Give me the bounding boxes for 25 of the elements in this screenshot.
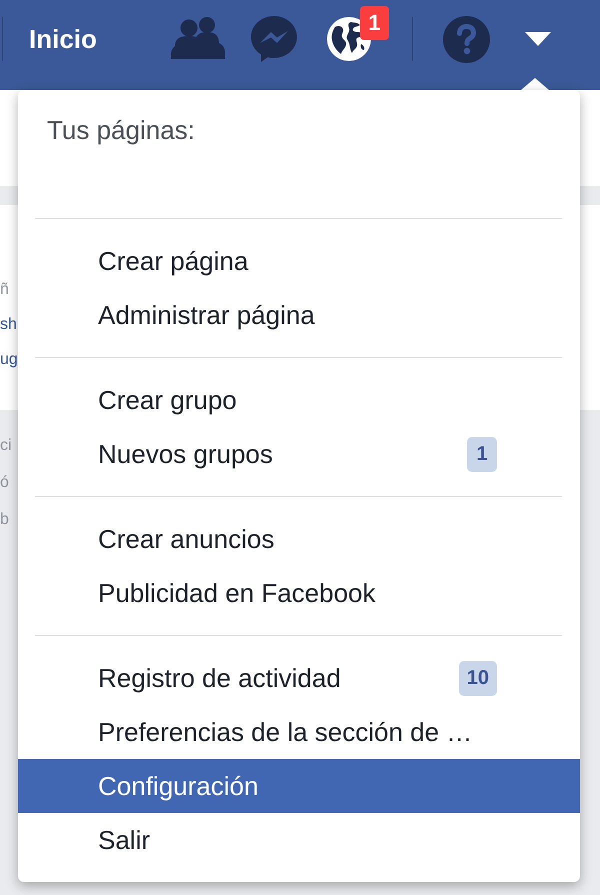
people-icon[interactable]: [170, 17, 225, 61]
menu-item[interactable]: Configuración: [18, 759, 580, 813]
menu-item[interactable]: Registro de actividad 10: [18, 651, 580, 705]
notification-badge: 1: [360, 6, 389, 40]
text-fragment: ci: [0, 436, 12, 456]
text-fragment: ñ: [0, 280, 9, 300]
menu-item[interactable]: Preferencias de la sección de …: [18, 705, 580, 759]
menu-item[interactable]: Salir: [18, 813, 580, 867]
chat-bubble-icon[interactable]: [250, 16, 297, 62]
menu-item[interactable]: Administrar página: [18, 288, 580, 342]
menu-item[interactable]: Publicidad en Facebook: [18, 566, 580, 620]
caret-down-icon[interactable]: [524, 32, 551, 46]
menu-heading: Tus páginas:: [47, 115, 195, 145]
menu-item[interactable]: Crear anuncios: [18, 512, 580, 566]
menu-item[interactable]: Nuevos grupos 1: [18, 427, 580, 481]
menu-item[interactable]: Crear página: [18, 234, 580, 288]
home-link[interactable]: Inicio: [29, 23, 97, 55]
help-icon[interactable]: [442, 16, 490, 62]
count-badge: 10: [458, 660, 497, 696]
text-fragment: ó: [0, 472, 9, 492]
text-fragment: sh: [0, 314, 17, 334]
menu-item[interactable]: Crear grupo: [18, 373, 580, 427]
count-badge: 1: [467, 436, 497, 472]
text-fragment: ug: [0, 350, 18, 370]
text-fragment: b: [0, 510, 9, 530]
